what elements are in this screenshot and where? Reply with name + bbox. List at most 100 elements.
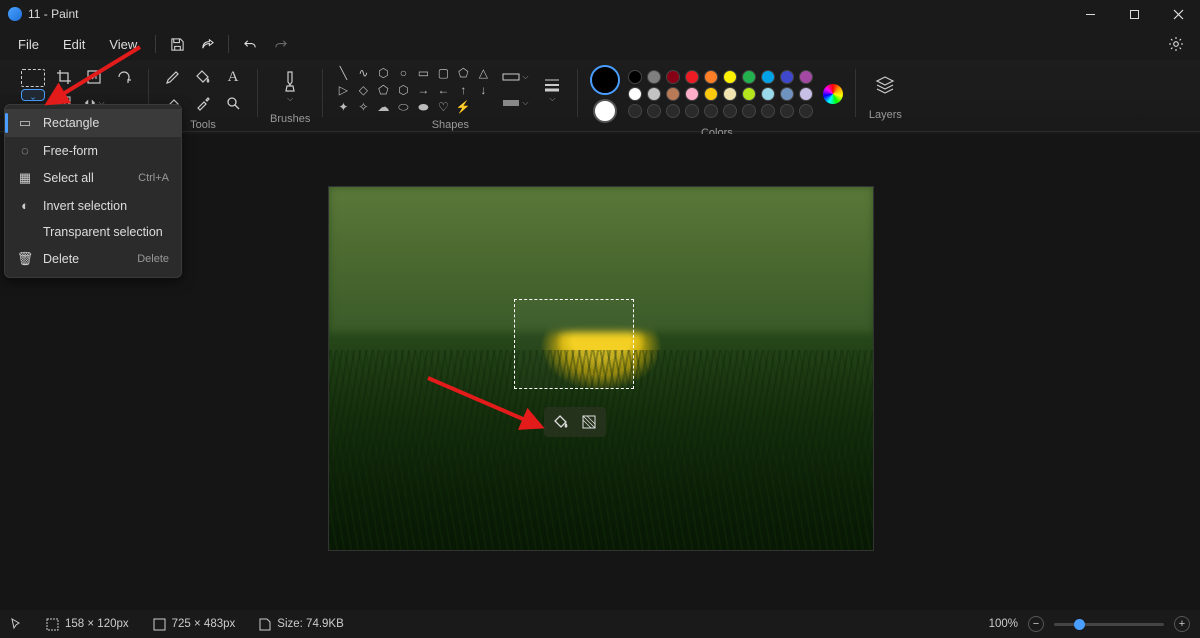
color-2[interactable]	[593, 99, 617, 123]
color-1[interactable]	[590, 65, 620, 95]
color-swatch[interactable]	[780, 87, 794, 101]
disk-icon	[259, 618, 271, 631]
color-swatch[interactable]	[647, 104, 661, 118]
layers-label: Layers	[869, 109, 902, 121]
color-swatch[interactable]	[799, 104, 813, 118]
dropdown-rectangle[interactable]: ▭ Rectangle	[5, 109, 181, 137]
cursor-pointer-icon	[10, 618, 22, 630]
dropdown-freeform[interactable]: ◌ Free-form	[5, 137, 181, 164]
color-swatch[interactable]	[761, 70, 775, 84]
brushes-label: Brushes	[270, 113, 310, 125]
menu-file[interactable]: File	[6, 31, 51, 58]
status-file-size: Size: 74.9KB	[259, 618, 343, 631]
fill-tool[interactable]	[191, 65, 215, 89]
text-tool[interactable]: A	[221, 65, 245, 89]
selection-dropdown: ▭ Rectangle ◌ Free-form ▦ Select all Ctr…	[4, 104, 182, 278]
stroke-width[interactable]: ⌵	[539, 70, 565, 110]
selection-toolbar	[544, 407, 606, 437]
color-swatch[interactable]	[704, 70, 718, 84]
crop-tool[interactable]	[52, 65, 76, 89]
color-swatch[interactable]	[685, 87, 699, 101]
zoom-slider[interactable]	[1054, 623, 1164, 626]
zoom-in-button[interactable]: +	[1174, 616, 1190, 632]
color-swatch[interactable]	[723, 70, 737, 84]
color-palette[interactable]	[628, 70, 815, 118]
shapes-gallery[interactable]: ╲∿⬡○▭▢⬠△ ▷◇⬠⬡→←↑↓ ✦✧☁⬭⬬♡⚡	[335, 66, 491, 114]
maximize-button[interactable]	[1112, 0, 1156, 28]
color-swatch[interactable]	[742, 104, 756, 118]
canvas-image[interactable]	[329, 187, 873, 550]
select-dropdown-indicator[interactable]	[21, 89, 45, 101]
color-swatch[interactable]	[628, 104, 642, 118]
close-button[interactable]	[1156, 0, 1200, 28]
selection-fill-button[interactable]	[550, 411, 572, 433]
dropdown-delete-label: Delete	[43, 252, 79, 266]
color-swatch[interactable]	[704, 87, 718, 101]
color-swatch[interactable]	[666, 104, 680, 118]
save-button[interactable]	[162, 30, 192, 58]
shapes-group: ╲∿⬡○▭▢⬠△ ▷◇⬠⬡→←↑↓ ✦✧☁⬭⬬♡⚡ ⌵ ⌵ ⌵ Shapes	[325, 65, 575, 131]
color-swatch[interactable]	[799, 70, 813, 84]
resize-tool[interactable]	[82, 65, 106, 89]
color-picker-tool[interactable]	[191, 91, 215, 115]
zoom-out-button[interactable]: −	[1028, 616, 1044, 632]
color-swatch[interactable]	[647, 87, 661, 101]
layers-button[interactable]	[868, 65, 902, 105]
canvas-size-icon	[153, 618, 166, 631]
dropdown-rectangle-label: Rectangle	[43, 116, 99, 130]
menu-view[interactable]: View	[97, 31, 149, 58]
settings-button[interactable]	[1158, 30, 1194, 58]
pencil-tool[interactable]	[161, 65, 185, 89]
tools-label: Tools	[190, 119, 216, 131]
color-swatch[interactable]	[666, 70, 680, 84]
color-swatch[interactable]	[666, 87, 680, 101]
shape-outline[interactable]: ⌵	[499, 65, 531, 89]
status-canvas-size: 725 × 483px	[153, 618, 236, 631]
menubar: File Edit View	[0, 28, 1200, 60]
color-swatch[interactable]	[780, 104, 794, 118]
undo-button[interactable]	[235, 30, 265, 58]
dropdown-select-all[interactable]: ▦ Select all Ctrl+A	[5, 164, 181, 192]
selection-size-icon	[46, 618, 59, 631]
redo-button[interactable]	[265, 30, 295, 58]
color-swatch[interactable]	[761, 87, 775, 101]
dropdown-transparent[interactable]: Transparent selection	[5, 219, 181, 245]
colors-group: Colors	[580, 65, 853, 139]
select-tool[interactable]	[18, 65, 48, 105]
color-swatch[interactable]	[780, 70, 794, 84]
dropdown-invert[interactable]: ◐ Invert selection	[5, 192, 181, 219]
minimize-button[interactable]	[1068, 0, 1112, 28]
layers-group: Layers	[858, 65, 912, 121]
share-button[interactable]	[192, 30, 222, 58]
color-swatch[interactable]	[685, 70, 699, 84]
delete-icon: 🗑	[17, 251, 33, 267]
color-swatch[interactable]	[742, 87, 756, 101]
color-swatch[interactable]	[761, 104, 775, 118]
color-swatch[interactable]	[742, 70, 756, 84]
menu-edit[interactable]: Edit	[51, 31, 97, 58]
selection-remove-bg-button[interactable]	[578, 411, 600, 433]
selection-marquee[interactable]	[514, 299, 634, 389]
color-swatch[interactable]	[799, 87, 813, 101]
dropdown-select-all-label: Select all	[43, 171, 94, 185]
magnifier-tool[interactable]	[221, 91, 245, 115]
rotate-tool[interactable]	[112, 65, 136, 89]
status-selection-size: 158 × 120px	[46, 618, 129, 631]
color-swatch[interactable]	[704, 104, 718, 118]
select-rect-icon	[21, 69, 45, 87]
invert-selection-icon: ◐	[17, 198, 33, 213]
color-swatch[interactable]	[723, 104, 737, 118]
window-title: 11 - Paint	[28, 7, 78, 21]
color-swatch[interactable]	[723, 87, 737, 101]
color-swatch[interactable]	[685, 104, 699, 118]
color-swatch[interactable]	[628, 70, 642, 84]
color-swatch[interactable]	[628, 87, 642, 101]
color-swatch[interactable]	[647, 70, 661, 84]
paint-app-icon	[8, 7, 22, 21]
dropdown-delete[interactable]: 🗑 Delete Delete	[5, 245, 181, 273]
shape-fill[interactable]: ⌵	[499, 91, 531, 115]
brushes-tool[interactable]: ⌵	[273, 65, 307, 109]
edit-colors-button[interactable]	[823, 84, 843, 104]
brushes-group: ⌵ Brushes	[260, 65, 320, 125]
zoom-level: 100%	[989, 618, 1018, 630]
